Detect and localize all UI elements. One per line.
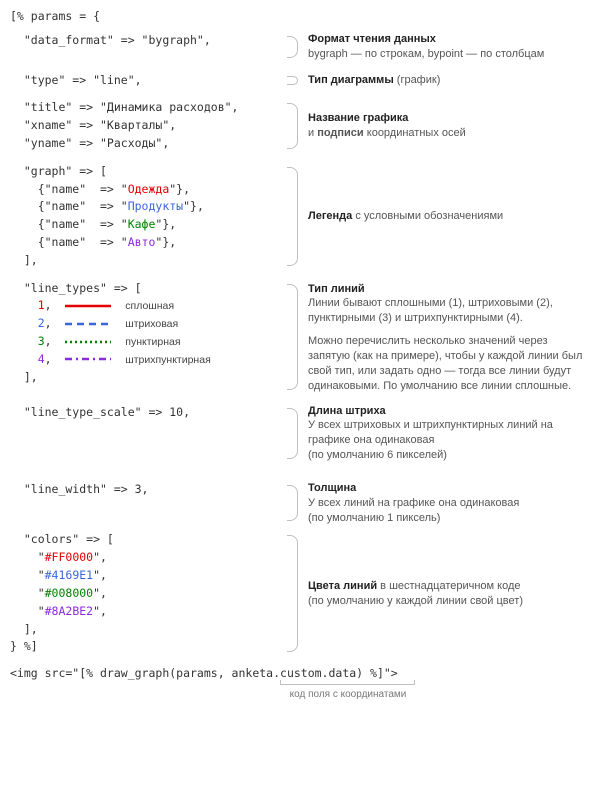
annotation-desc: Можно перечислить несколько значений чер… xyxy=(308,334,590,393)
annotation: Название графика и подписи координатных … xyxy=(304,99,590,152)
annotation-desc: и подписи координатных осей xyxy=(308,126,590,141)
color-value: #4169E1 xyxy=(45,568,93,582)
annotation-title: Тип диаграммы xyxy=(308,74,394,86)
line-type-label: пунктирная xyxy=(125,336,180,348)
annotation-title: Тип линий xyxy=(308,283,365,295)
footer-caption: код поля с координатами xyxy=(278,689,418,700)
annotation: Легенда с условными обозначениями xyxy=(304,163,590,270)
code-text: "line_width" => 3, xyxy=(10,481,280,526)
code-text: "line_types" => [ 1, сплошная 2, штрихов… xyxy=(10,280,280,394)
annotation-suffix: (график) xyxy=(394,74,441,86)
code-text: "data_format" => "bygraph", xyxy=(10,32,280,62)
line-type-number: 2 xyxy=(38,316,45,330)
annotation-desc: У всех линий на графике она одинаковая xyxy=(308,496,590,511)
annotation: Толщина У всех линий на графике она один… xyxy=(304,481,590,526)
color-value: #8A2BE2 xyxy=(45,604,93,618)
param-line-types: "line_types" => [ 1, сплошная 2, штрихов… xyxy=(10,280,590,394)
annotation-desc: (по умолчанию 6 пикселей) xyxy=(308,448,590,463)
annotation-title: Легенда xyxy=(308,210,352,222)
underbracket-icon xyxy=(280,684,415,685)
curly-bracket-icon xyxy=(287,36,298,58)
annotation: Тип диаграммы (график) xyxy=(304,72,590,90)
code-text: <img src="[% draw_graph(params, anketa.c… xyxy=(10,666,590,680)
line-dotted-icon xyxy=(65,338,111,346)
curly-bracket-icon xyxy=(287,408,298,459)
legend-item: Одежда xyxy=(128,182,170,196)
code-open: [% params = { xyxy=(10,8,590,26)
code-text: [% params = { xyxy=(10,8,280,26)
param-graph: "graph" => [ {"name" => "Одежда"}, {"nam… xyxy=(10,163,590,270)
annotation-desc: Линии бывают сплошными (1), штриховыми (… xyxy=(308,296,590,326)
line-dashed-icon xyxy=(65,320,111,328)
footer-code: <img src="[% draw_graph(params, anketa.c… xyxy=(10,666,590,700)
line-type-number: 4 xyxy=(38,352,45,366)
color-value: #008000 xyxy=(45,586,93,600)
curly-bracket-icon xyxy=(287,103,298,148)
annotation: Длина штриха У всех штриховых и штрихпун… xyxy=(304,404,590,463)
curly-bracket-icon xyxy=(287,167,298,266)
annotation-title: Длина штриха xyxy=(308,405,386,417)
param-line-width: "line_width" => 3, Толщина У всех линий … xyxy=(10,481,590,526)
annotation-title: Формат чтения данных xyxy=(308,33,436,45)
line-type-label: штриховая xyxy=(125,318,178,330)
annotation-desc: с условными обозначениями xyxy=(352,210,503,222)
color-value: #FF0000 xyxy=(45,550,93,564)
legend-item: Продукты xyxy=(128,199,183,213)
code-text: "colors" => [ "#FF0000", "#4169E1", "#00… xyxy=(10,531,280,656)
code-text: "title" => "Динамика расходов", "xname" … xyxy=(10,99,280,152)
line-type-label: сплошная xyxy=(125,300,174,312)
annotation-desc: bygraph — по строкам, bypoint — по столб… xyxy=(308,47,590,62)
annotation: Цвета линий в шестнадцатеричном коде (по… xyxy=(304,531,590,656)
annotation-desc: (по умолчанию у каждой линии свой цвет) xyxy=(308,594,590,609)
legend-item: Кафе xyxy=(128,217,156,231)
curly-bracket-icon xyxy=(287,485,298,522)
code-text: "line_type_scale" => 10, xyxy=(10,404,280,463)
code-text: "graph" => [ {"name" => "Одежда"}, {"nam… xyxy=(10,163,280,270)
line-type-number: 3 xyxy=(38,334,45,348)
curly-bracket-icon xyxy=(287,76,298,86)
code-text: "type" => "line", xyxy=(10,72,280,90)
param-titles: "title" => "Динамика расходов", "xname" … xyxy=(10,99,590,152)
legend-item: Авто xyxy=(128,235,156,249)
param-colors: "colors" => [ "#FF0000", "#4169E1", "#00… xyxy=(10,531,590,656)
param-line-type-scale: "line_type_scale" => 10, Длина штриха У … xyxy=(10,404,590,463)
annotation-desc: У всех штриховых и штрихпунктирных линий… xyxy=(308,418,590,448)
curly-bracket-icon xyxy=(287,284,298,390)
annotation: Тип линий Линии бывают сплошными (1), шт… xyxy=(304,280,590,394)
curly-bracket-icon xyxy=(287,535,298,652)
annotation: Формат чтения данных bygraph — по строка… xyxy=(304,32,590,62)
line-type-number: 1 xyxy=(38,298,45,312)
annotation-title: Цвета линий xyxy=(308,580,377,592)
annotation-title: Название графика xyxy=(308,112,408,124)
param-type: "type" => "line", Тип диаграммы (график) xyxy=(10,72,590,90)
param-data-format: "data_format" => "bygraph", Формат чтени… xyxy=(10,32,590,62)
line-type-label: штрихпунктирная xyxy=(125,354,210,366)
annotation-desc: (по умолчанию 1 пиксель) xyxy=(308,511,590,526)
annotation-title: Толщина xyxy=(308,482,356,494)
line-dashdot-icon xyxy=(65,355,111,363)
annotation-suffix: в шестнадцатеричном коде xyxy=(377,580,520,592)
line-solid-icon xyxy=(65,302,111,310)
